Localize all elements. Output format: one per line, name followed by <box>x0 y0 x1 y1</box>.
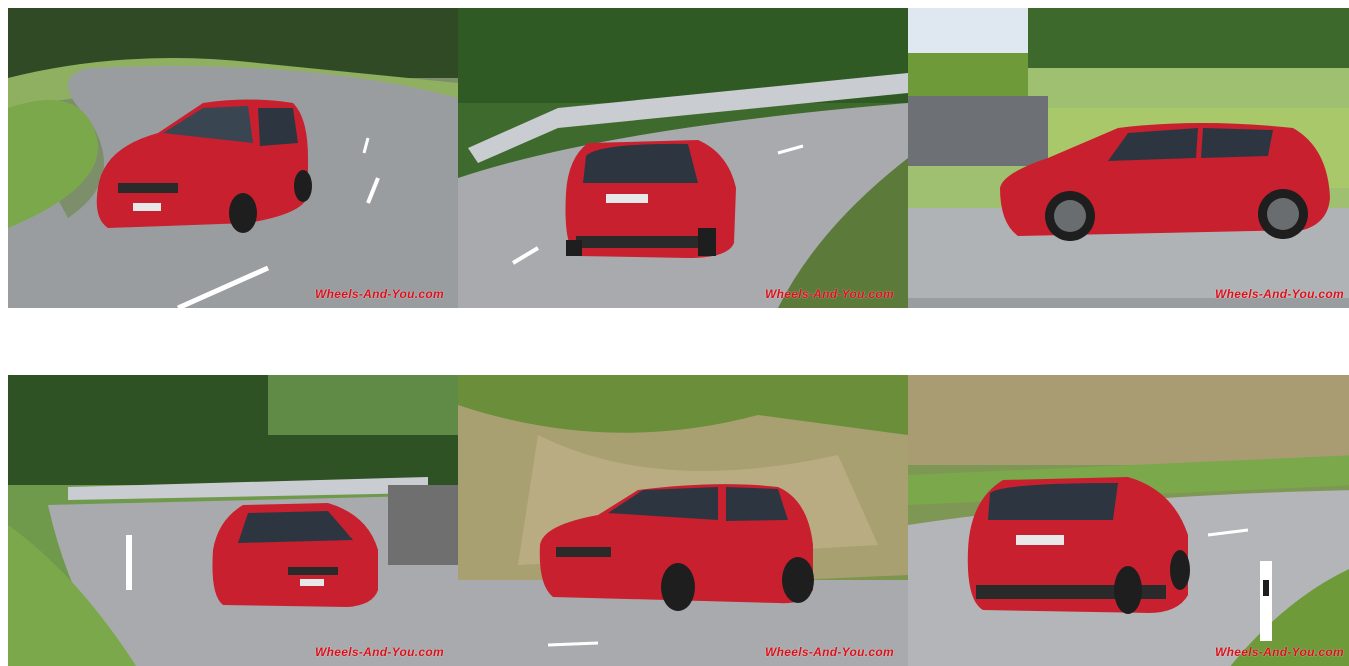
watermark: Wheels-And-You.com <box>315 645 444 659</box>
gallery-photo-5[interactable]: Wheels-And-You.com <box>458 372 908 666</box>
watermark: Wheels-And-You.com <box>1215 287 1344 301</box>
watermark: Wheels-And-You.com <box>315 287 444 301</box>
car-photo-front-on-curve <box>8 375 458 666</box>
car-photo-front-three-quarter <box>8 8 458 308</box>
car-photo-rear-three-quarter <box>458 8 908 308</box>
car-shape <box>967 477 1190 614</box>
car-photo-rear-on-curve <box>908 375 1349 666</box>
car-shape <box>212 503 378 607</box>
watermark: Wheels-And-You.com <box>765 645 894 659</box>
car-shape <box>565 140 736 258</box>
watermark: Wheels-And-You.com <box>1215 645 1344 659</box>
car-photo-front-side-rock-wall <box>458 375 908 666</box>
gallery-photo-3[interactable]: Wheels-And-You.com <box>908 8 1349 308</box>
gallery-photo-2[interactable]: Wheels-And-You.com <box>458 8 908 308</box>
watermark: Wheels-And-You.com <box>765 287 894 301</box>
gallery-photo-1[interactable]: Wheels-And-You.com <box>8 8 458 308</box>
car-photo-side-profile <box>908 8 1349 308</box>
gallery-photo-6[interactable]: Wheels-And-You.com <box>908 372 1349 666</box>
gallery-photo-4[interactable]: Wheels-And-You.com <box>8 372 458 666</box>
